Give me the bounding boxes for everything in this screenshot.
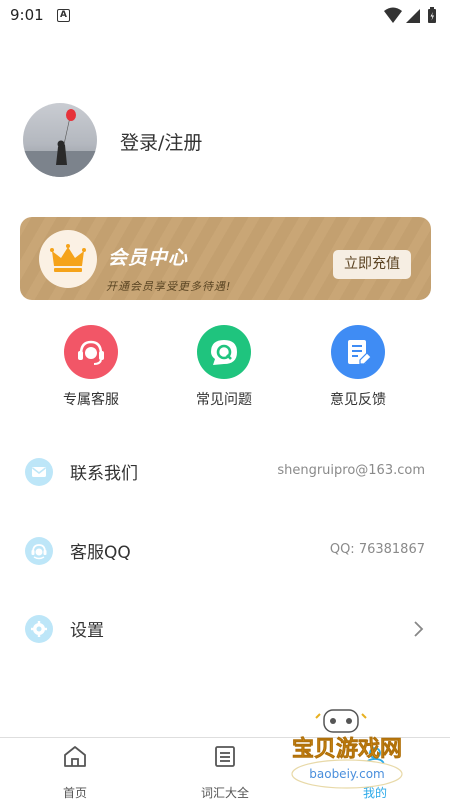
vip-title: 会员中心	[108, 247, 189, 269]
chevron-right-icon	[414, 621, 424, 637]
contact-email: shengruipro@163.com	[277, 463, 425, 478]
nav-tab-vocabulary[interactable]: 词汇大全	[180, 744, 270, 800]
quick-action-label: 常见问题	[196, 392, 252, 408]
list-icon	[215, 746, 235, 767]
mail-icon	[25, 458, 53, 486]
crown-icon	[50, 244, 86, 272]
quick-action-feedback[interactable]: 意见反馈	[303, 325, 413, 409]
login-register-link[interactable]: 登录/注册	[120, 128, 202, 155]
note-edit-icon	[331, 325, 385, 379]
svg-text:宝贝游戏网: 宝贝游戏网	[292, 736, 402, 762]
support-icon	[25, 537, 53, 565]
row-label: 客服QQ	[70, 543, 131, 563]
settings-row[interactable]: 设置	[0, 604, 450, 654]
nav-label: 首页	[62, 786, 87, 800]
nav-label: 词汇大全	[200, 786, 249, 800]
vip-center-card[interactable]: 会员中心 开通会员享受更多待遇! 立即充值	[20, 217, 431, 300]
watermark-logo: 宝贝游戏网 baobeiy.com	[291, 709, 403, 789]
status-bar: 9:01 A	[0, 0, 450, 32]
service-qq-number: QQ: 76381867	[329, 542, 425, 557]
chat-q-icon	[197, 325, 251, 379]
nav-tab-home[interactable]: 首页	[30, 744, 120, 800]
headset-icon	[64, 325, 118, 379]
status-icons	[384, 7, 436, 23]
status-time: 9:01	[10, 6, 44, 24]
crown-badge	[39, 230, 97, 288]
contact-us-row[interactable]: 联系我们 shengruipro@163.com	[0, 447, 450, 497]
quick-action-faq[interactable]: 常见问题	[169, 325, 279, 409]
home-icon	[64, 746, 86, 767]
wifi-icon	[384, 7, 402, 23]
quick-action-label: 意见反馈	[330, 392, 386, 408]
row-label: 设置	[70, 621, 104, 641]
avatar-photo	[23, 103, 97, 177]
quick-action-support[interactable]: 专属客服	[36, 325, 146, 409]
service-qq-row[interactable]: 客服QQ QQ: 76381867	[0, 526, 450, 576]
signal-icon	[406, 9, 420, 23]
svg-text:baobeiy.com: baobeiy.com	[309, 767, 384, 781]
vip-subtitle: 开通会员享受更多待遇!	[106, 280, 232, 293]
row-label: 联系我们	[70, 464, 138, 484]
notification-icon: A	[57, 9, 70, 22]
gear-icon	[25, 615, 53, 643]
avatar[interactable]	[23, 103, 97, 177]
recharge-button[interactable]: 立即充值	[333, 250, 411, 279]
quick-action-label: 专属客服	[63, 392, 119, 408]
